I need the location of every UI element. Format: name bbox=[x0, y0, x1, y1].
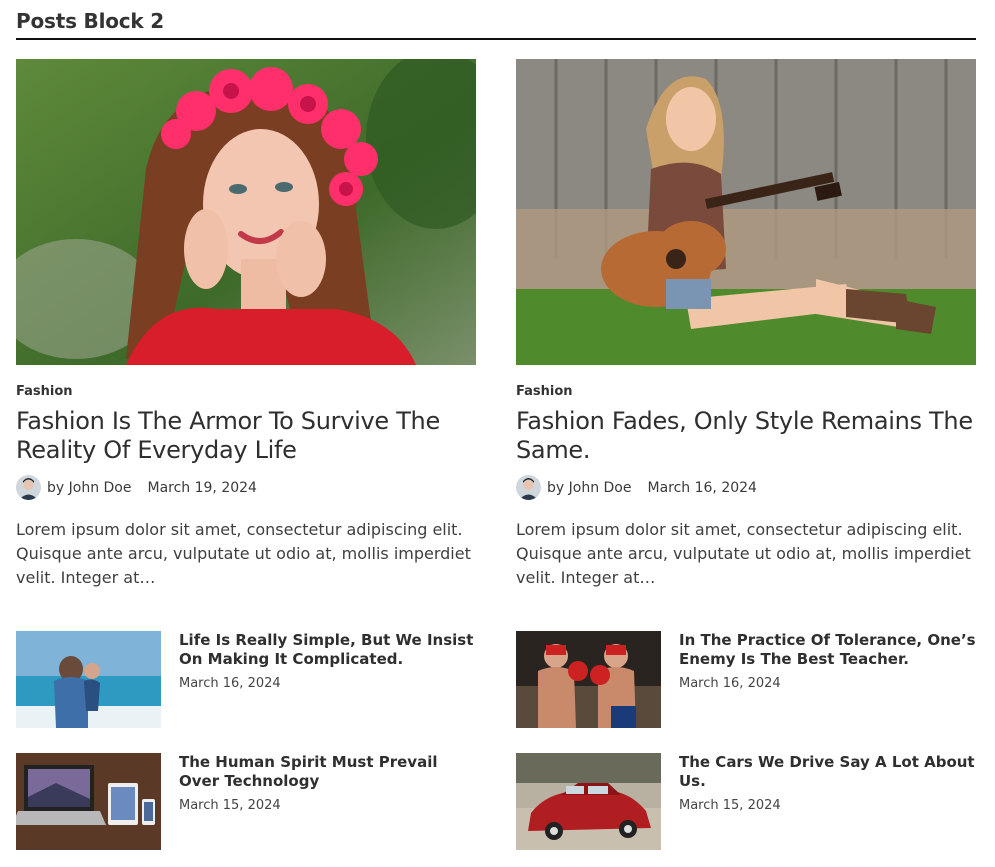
post-meta: by John Doe March 19, 2024 bbox=[16, 475, 476, 500]
post-author[interactable]: by John Doe bbox=[547, 480, 631, 496]
featured-image-woman-flower-crown[interactable] bbox=[16, 59, 476, 365]
post-author[interactable]: by John Doe bbox=[47, 480, 131, 496]
post-title[interactable]: Fashion Is The Armor To Survive The Real… bbox=[16, 407, 476, 465]
featured-post: Fashion Fashion Fades, Only Style Remain… bbox=[516, 59, 976, 590]
post-date: March 15, 2024 bbox=[679, 798, 781, 813]
post-category[interactable]: Fashion bbox=[516, 384, 976, 399]
post-title[interactable]: The Cars We Drive Say A Lot About Us. bbox=[679, 753, 976, 791]
featured-image-woman-guitar[interactable] bbox=[516, 59, 976, 365]
featured-post: Fashion Fashion Is The Armor To Survive … bbox=[16, 59, 476, 590]
post-date: March 19, 2024 bbox=[147, 479, 257, 496]
author-avatar bbox=[516, 475, 541, 500]
post-title[interactable]: The Human Spirit Must Prevail Over Techn… bbox=[179, 753, 476, 791]
list-item: The Human Spirit Must Prevail Over Techn… bbox=[16, 753, 476, 851]
post-meta: by John Doe March 16, 2024 bbox=[516, 475, 976, 500]
list-item: The Cars We Drive Say A Lot About Us. Ma… bbox=[516, 753, 976, 851]
post-title[interactable]: Life Is Really Simple, But We Insist On … bbox=[179, 631, 476, 669]
block-title: Posts Block 2 bbox=[16, 9, 165, 33]
post-date: March 16, 2024 bbox=[679, 676, 781, 691]
post-thumbnail-devices[interactable] bbox=[16, 753, 161, 850]
post-thumbnail-beach[interactable] bbox=[16, 631, 161, 728]
list-item: Life Is Really Simple, But We Insist On … bbox=[16, 631, 476, 729]
post-category[interactable]: Fashion bbox=[16, 384, 476, 399]
list-item: In The Practice Of Tolerance, One’s Enem… bbox=[516, 631, 976, 729]
post-date: March 16, 2024 bbox=[647, 479, 757, 496]
post-thumbnail-red-car[interactable] bbox=[516, 753, 661, 850]
post-date: March 16, 2024 bbox=[179, 676, 281, 691]
block-title-rule bbox=[16, 38, 976, 40]
post-title[interactable]: In The Practice Of Tolerance, One’s Enem… bbox=[679, 631, 976, 669]
author-avatar bbox=[16, 475, 41, 500]
post-title[interactable]: Fashion Fades, Only Style Remains The Sa… bbox=[516, 407, 976, 465]
post-thumbnail-boxing[interactable] bbox=[516, 631, 661, 728]
post-date: March 15, 2024 bbox=[179, 798, 281, 813]
post-excerpt: Lorem ipsum dolor sit amet, consectetur … bbox=[16, 520, 471, 587]
post-excerpt: Lorem ipsum dolor sit amet, consectetur … bbox=[516, 520, 971, 587]
